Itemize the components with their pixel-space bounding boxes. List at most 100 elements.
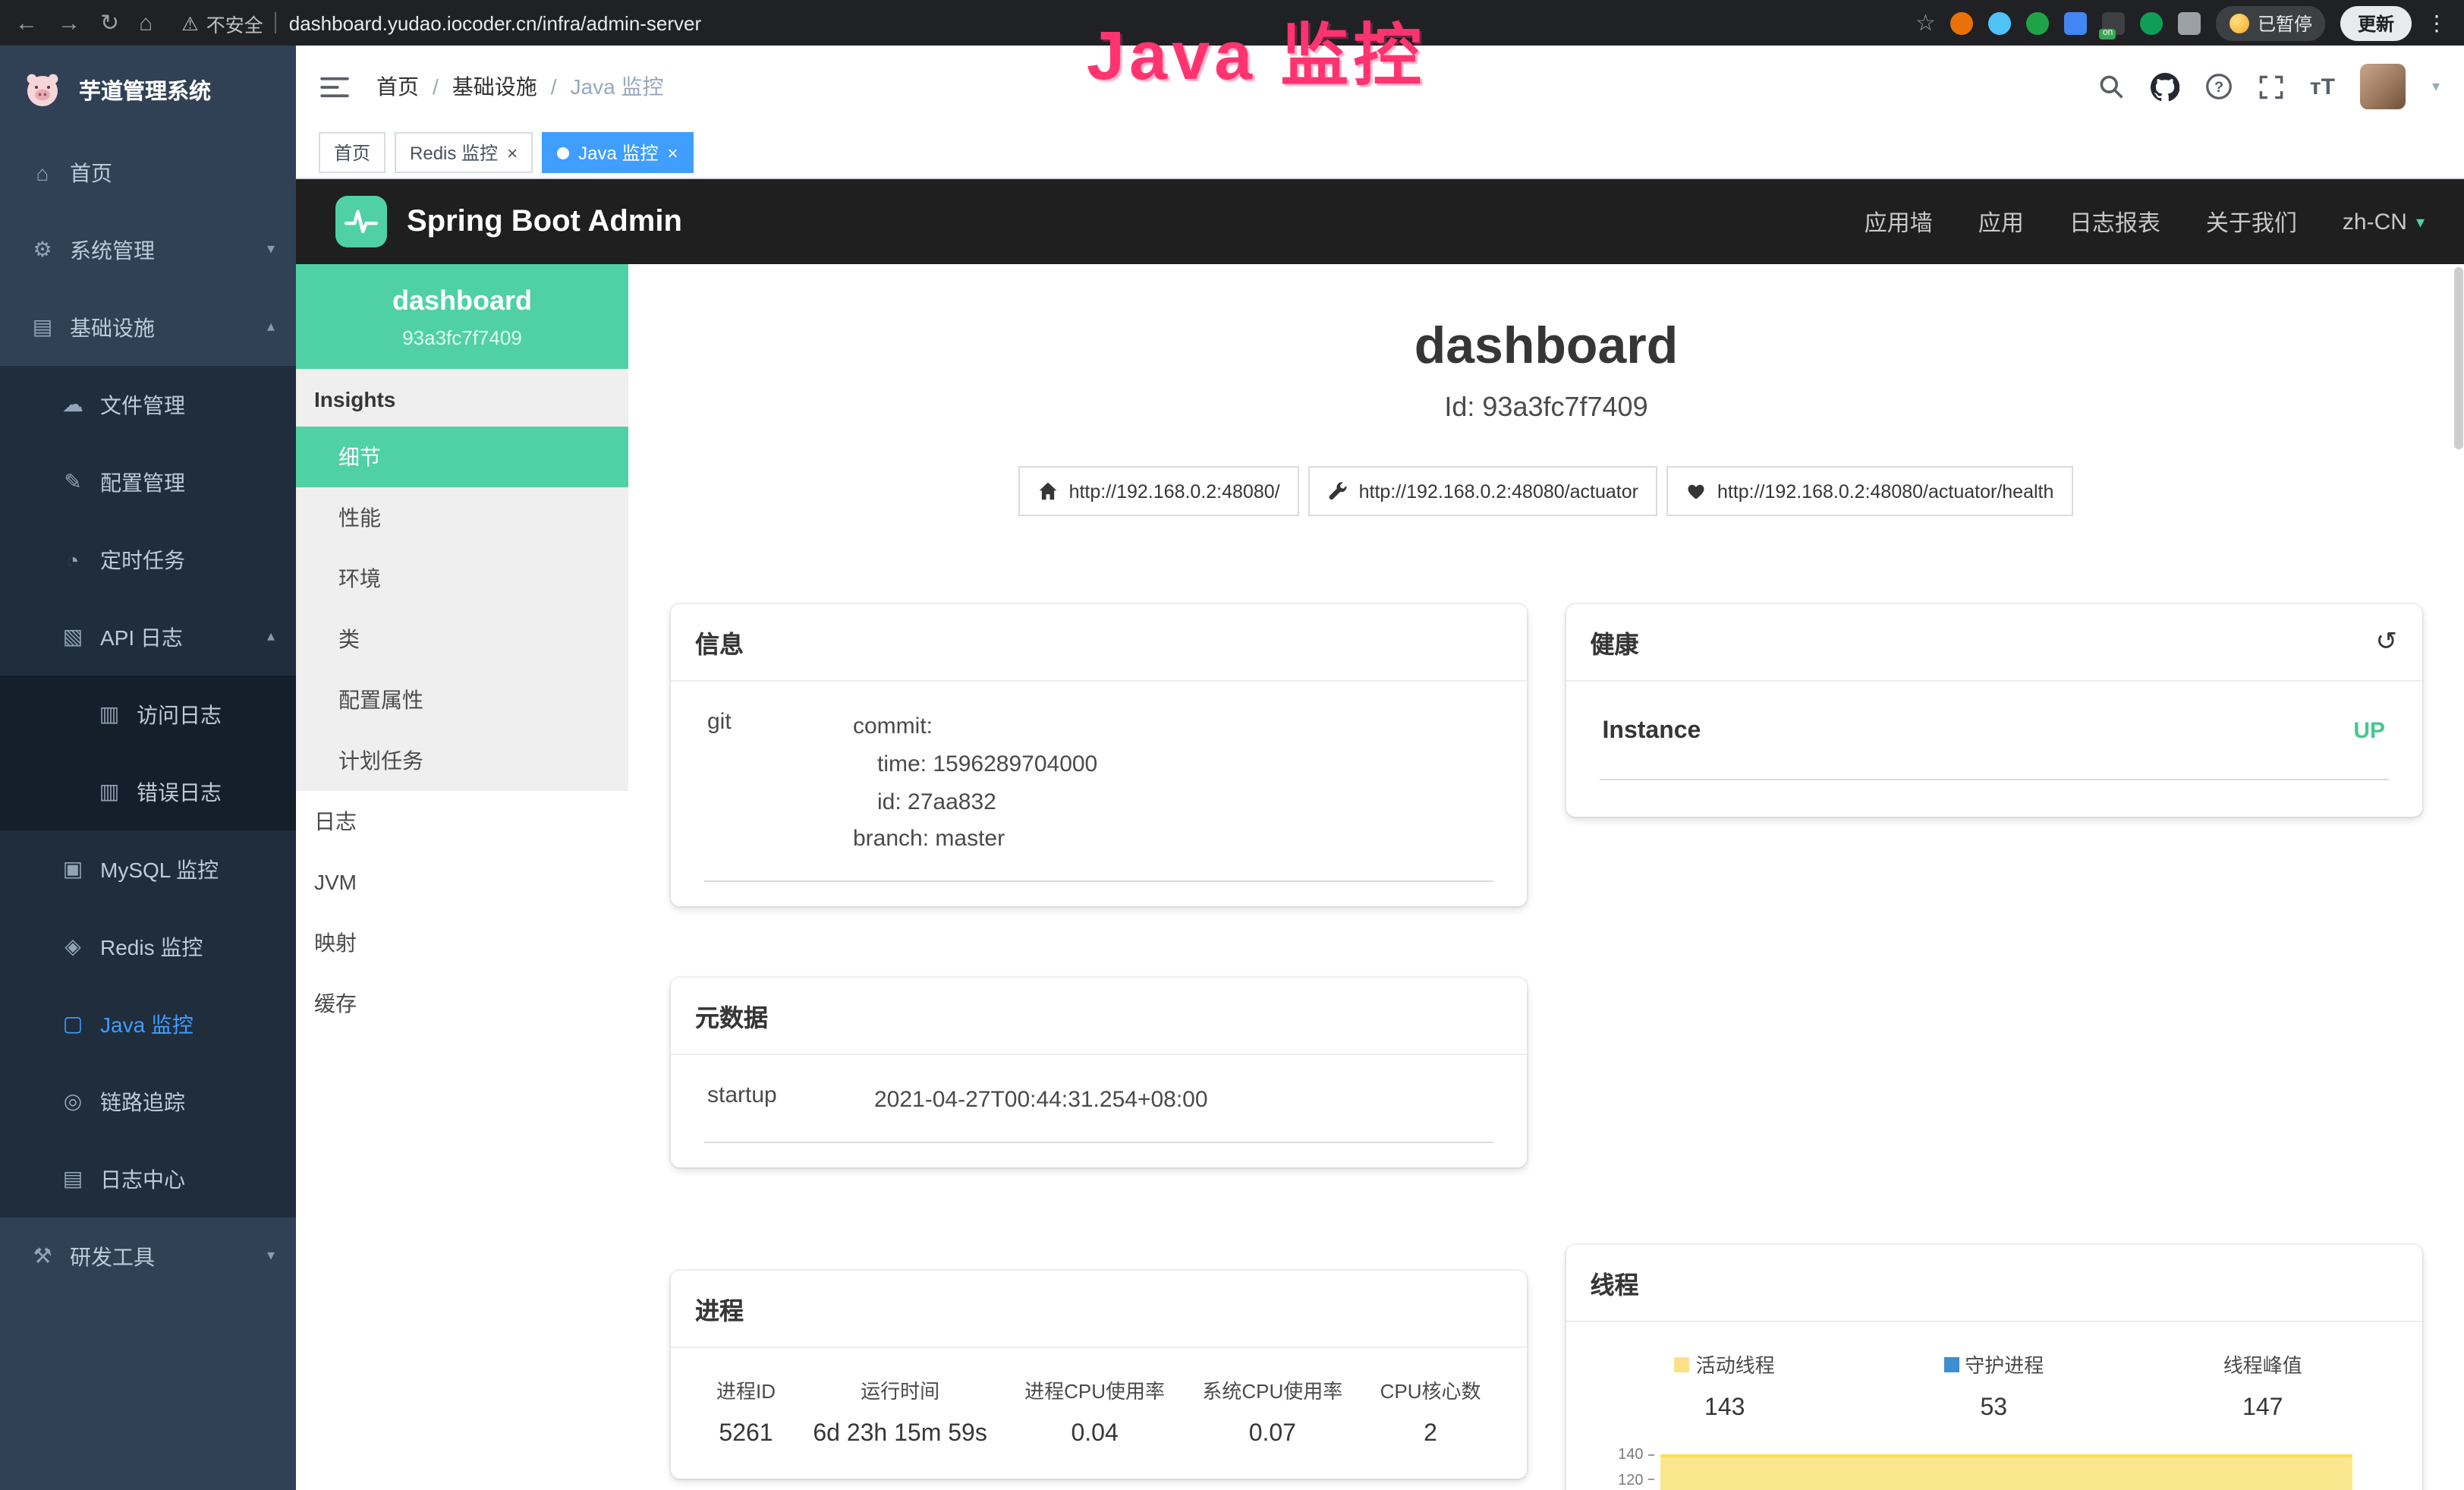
extension-icon[interactable]: [1951, 11, 1974, 34]
sidebar-item-link-tracing[interactable]: ◎ 链路追踪: [0, 1063, 296, 1140]
close-icon[interactable]: ×: [507, 143, 518, 162]
url-text[interactable]: dashboard.yudao.iocoder.cn/infra/admin-s…: [289, 11, 701, 34]
security-warning[interactable]: ⚠ 不安全: [181, 8, 263, 37]
reload-icon[interactable]: ↻: [100, 9, 119, 36]
sidebar-item-log-center[interactable]: ▤ 日志中心: [0, 1140, 296, 1218]
sba-nav-journal[interactable]: 日志报表: [2069, 206, 2160, 238]
sidebar-item-label: Java 监控: [100, 1009, 194, 1039]
y-axis-tick: 140: [1618, 1447, 1654, 1463]
actuator-url-link[interactable]: http://192.168.0.2:48080/actuator: [1309, 466, 1658, 516]
sidebar-toggle-icon[interactable]: [320, 75, 349, 98]
metadata-card: 元数据 startup 2021-04-27T00:44:31.254+08:0…: [671, 978, 1527, 1167]
legend-peak-threads: 线程峰值 147: [2129, 1350, 2398, 1422]
breadcrumb-home[interactable]: 首页: [376, 71, 419, 102]
history-icon[interactable]: ↺: [2376, 627, 2398, 657]
sba-menu-environment[interactable]: 环境: [296, 548, 628, 609]
sba-menu-mappings[interactable]: 映射: [296, 912, 628, 973]
service-url-link[interactable]: http://192.168.0.2:48080/: [1019, 466, 1300, 516]
edit-icon: ✎: [61, 469, 85, 495]
sba-brand[interactable]: Spring Boot Admin: [407, 204, 682, 239]
metadata-card-title: 元数据: [695, 997, 768, 1034]
sidebar-item-java-monitor[interactable]: ▢ Java 监控: [0, 985, 296, 1063]
sidebar-item-system-management[interactable]: ⚙ 系统管理 ▾: [0, 211, 296, 288]
sba-menu-classes[interactable]: 类: [296, 609, 628, 669]
fullscreen-icon[interactable]: [2258, 74, 2284, 99]
sba-menu-jvm[interactable]: JVM: [296, 852, 628, 912]
extension-icon[interactable]: [1989, 11, 2012, 34]
profile-paused-chip[interactable]: 已暂停: [2217, 5, 2326, 40]
avatar[interactable]: [2361, 64, 2406, 109]
sba-menu-scheduled-tasks[interactable]: 计划任务: [296, 730, 628, 791]
security-label: 不安全: [206, 8, 263, 37]
sidebar-item-file-management[interactable]: ☁ 文件管理: [0, 366, 296, 443]
back-icon[interactable]: ←: [15, 10, 38, 36]
insights-section-label: Insights: [296, 369, 628, 427]
legend-value: 147: [2129, 1395, 2398, 1422]
sidebar-item-config-management[interactable]: ✎ 配置管理: [0, 443, 296, 521]
extension-icon[interactable]: [2065, 11, 2088, 34]
bookmark-star-icon[interactable]: ☆: [1915, 9, 1936, 36]
app-logo[interactable]: 芋道管理系统: [0, 46, 296, 134]
search-icon[interactable]: [2097, 73, 2125, 100]
info-line: id: 27aa832: [853, 784, 1490, 822]
tab-redis-monitor[interactable]: Redis 监控 ×: [395, 132, 533, 173]
sba-menu-details[interactable]: 细节: [296, 427, 628, 487]
sidebar-item-home[interactable]: ⌂ 首页: [0, 134, 296, 211]
health-url-link[interactable]: http://192.168.0.2:48080/actuator/health: [1667, 466, 2073, 516]
extension-icon[interactable]: [2141, 11, 2163, 34]
sidebar-item-label: API 日志: [100, 622, 183, 652]
sidebar-item-scheduled-tasks[interactable]: ◔ 定时任务: [0, 521, 296, 598]
tab-java-monitor[interactable]: Java 监控 ×: [542, 132, 693, 173]
font-size-icon[interactable]: тT: [2310, 74, 2335, 99]
address-bar[interactable]: ⚠ 不安全 dashboard.yudao.iocoder.cn/infra/a…: [181, 8, 1896, 37]
github-icon[interactable]: [2151, 72, 2179, 101]
access-log-icon: ▥: [97, 701, 121, 727]
sba-menu-metrics[interactable]: 性能: [296, 487, 628, 548]
sidebar-item-dev-tools[interactable]: ⚒ 研发工具 ▾: [0, 1218, 296, 1295]
locale-select[interactable]: zh-CN ▾: [2343, 209, 2425, 235]
extension-icon[interactable]: on: [2103, 11, 2126, 34]
sidebar-item-label: 文件管理: [100, 389, 185, 420]
sidebar-item-infrastructure[interactable]: ▤ 基础设施 ▴: [0, 288, 296, 366]
info-line: time: 1596289704000: [853, 747, 1490, 785]
tools-icon: ⚒: [30, 1243, 55, 1269]
content-scrollbar[interactable]: [2453, 267, 2462, 1490]
sba-nav-about[interactable]: 关于我们: [2206, 206, 2297, 238]
sba-nav-applications[interactable]: 应用: [1978, 206, 2024, 238]
sidebar-item-error-logs[interactable]: ▥ 错误日志: [0, 753, 296, 830]
health-instance-label: Instance: [1603, 718, 1701, 745]
health-card-title: 健康: [1591, 624, 1639, 660]
sidebar-item-label: 基础设施: [70, 312, 155, 342]
home-icon[interactable]: ⌂: [139, 10, 153, 36]
browser-update-button[interactable]: 更新: [2341, 5, 2411, 40]
instance-header[interactable]: dashboard 93a3fc7f7409: [296, 264, 628, 369]
sidebar-menu: ⌂ 首页 ⚙ 系统管理 ▾ ▤ 基础设施 ▴ ☁ 文件管理: [0, 134, 296, 1295]
sidebar-item-redis-monitor[interactable]: ◈ Redis 监控: [0, 908, 296, 985]
tab-home[interactable]: 首页: [319, 132, 385, 173]
sba-logo-icon[interactable]: [335, 196, 387, 247]
extensions-puzzle-icon[interactable]: [2179, 11, 2201, 34]
sba-menu-logs[interactable]: 日志: [296, 791, 628, 852]
breadcrumb-current: Java 监控: [571, 71, 664, 102]
instance-name: dashboard: [311, 285, 613, 317]
chevron-down-icon[interactable]: ▾: [2432, 78, 2440, 95]
process-cpu-usage: 进程CPU使用率 0.04: [1024, 1375, 1165, 1448]
process-stat-label: 进程CPU使用率: [1024, 1375, 1165, 1404]
sidebar-item-access-logs[interactable]: ▥ 访问日志: [0, 676, 296, 753]
sidebar-item-mysql-monitor[interactable]: ▣ MySQL 监控: [0, 830, 296, 908]
active-dot-icon: [557, 146, 569, 159]
sba-nav-wallboard[interactable]: 应用墙: [1865, 206, 1933, 238]
forward-icon[interactable]: →: [58, 10, 80, 36]
sidebar-item-api-logs[interactable]: ▧ API 日志 ▴: [0, 598, 296, 676]
pig-logo-icon: [21, 68, 64, 111]
sba-menu-config-props[interactable]: 配置属性: [296, 669, 628, 730]
scrollbar-thumb[interactable]: [2453, 267, 2462, 449]
extension-icon[interactable]: [2027, 11, 2050, 34]
browser-menu-icon[interactable]: ⋮: [2426, 10, 2449, 36]
close-icon[interactable]: ×: [667, 143, 678, 162]
info-value: commit: time: 1596289704000 id: 27aa832 …: [853, 709, 1490, 859]
help-icon[interactable]: ?: [2205, 73, 2233, 100]
sba-menu-caches[interactable]: 缓存: [296, 973, 628, 1034]
breadcrumb-infrastructure[interactable]: 基础设施: [452, 71, 537, 102]
metadata-key: startup: [707, 1082, 874, 1120]
